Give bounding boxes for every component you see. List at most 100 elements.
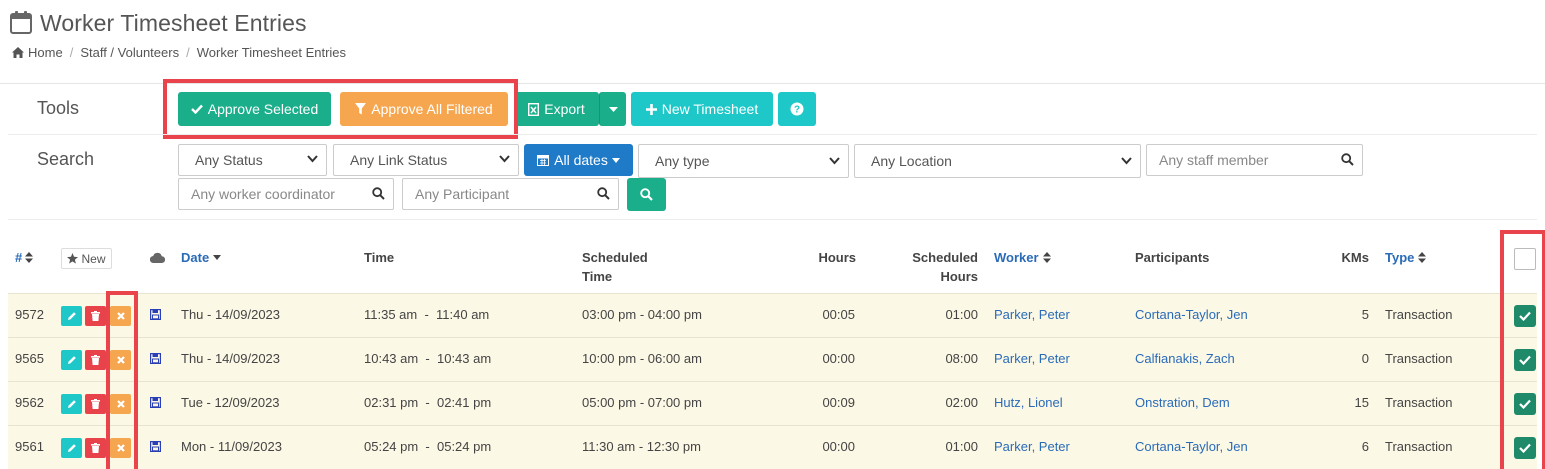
edit-button[interactable]: [61, 306, 82, 326]
delete-button[interactable]: [85, 394, 106, 414]
new-entries-button[interactable]: New: [61, 248, 112, 269]
row-date: Tue - 12/09/2023: [181, 395, 280, 410]
row-select-checkbox[interactable]: [1514, 305, 1536, 327]
excel-file-icon: [528, 102, 540, 116]
row-participant-link[interactable]: Cortana-Taylor, Jen: [1135, 439, 1248, 454]
row-select-checkbox[interactable]: [1514, 393, 1536, 415]
sort-icon: [25, 252, 34, 263]
column-header-worker[interactable]: Worker: [994, 248, 1051, 267]
search-label: Search: [37, 149, 95, 169]
row-participant-link[interactable]: Cortana-Taylor, Jen: [1135, 307, 1248, 322]
row-kms: 15: [1354, 395, 1369, 410]
row-worker-link[interactable]: Hutz, Lionel: [994, 395, 1063, 410]
type-select-value: Any type: [655, 153, 710, 169]
row-kms: 5: [1361, 307, 1369, 322]
row-scheduled-time: 03:00 pm - 04:00 pm: [582, 307, 702, 322]
column-header-hours: Hours: [818, 250, 856, 265]
chevron-down-icon: [829, 157, 840, 165]
table-row[interactable]: 9572 Thu - 14/09/2023 11:35 am - 11:40 am 0…: [8, 293, 1537, 337]
search-icon: [597, 187, 610, 200]
page-header: Worker Timesheet Entries: [10, 6, 307, 40]
approve-selected-button[interactable]: Approve Selected: [178, 92, 331, 126]
row-hours: 00:09: [822, 395, 855, 410]
row-scheduled-hours: 08:00: [945, 351, 978, 366]
table-row[interactable]: 9561 Mon - 11/09/2023 05:24 pm - 05:24 pm 1…: [8, 425, 1537, 469]
search-button[interactable]: [627, 178, 666, 211]
date-range-label: All dates: [554, 152, 608, 168]
help-button[interactable]: ?: [778, 92, 816, 126]
cloud-icon: [149, 251, 166, 266]
breadcrumb-home[interactable]: Home: [28, 45, 63, 60]
column-header-scheduled-time-line2: Time: [582, 269, 613, 284]
delete-button[interactable]: [85, 306, 106, 326]
status-select[interactable]: Any Status: [178, 144, 327, 176]
reject-button[interactable]: [110, 394, 131, 414]
participant-search-input[interactable]: Any Participant: [402, 178, 619, 210]
location-select[interactable]: Any Location: [854, 144, 1141, 178]
row-worker-link[interactable]: Parker, Peter: [994, 439, 1070, 454]
date-range-button[interactable]: All dates: [524, 144, 633, 176]
trash-icon: [91, 443, 100, 453]
staff-member-search-input[interactable]: Any staff member: [1146, 144, 1363, 176]
row-select-checkbox[interactable]: [1514, 349, 1536, 371]
row-worker-link[interactable]: Parker, Peter: [994, 351, 1070, 366]
row-kms: 0: [1361, 351, 1369, 366]
worker-coordinator-search-input[interactable]: Any worker coordinator: [178, 178, 394, 210]
column-header-id[interactable]: #: [15, 248, 34, 267]
link-status-select[interactable]: Any Link Status: [333, 144, 519, 176]
delete-button[interactable]: [85, 438, 106, 458]
calendar-icon: [10, 10, 32, 37]
reject-button[interactable]: [110, 350, 131, 370]
row-time: 02:31 pm - 02:41 pm: [364, 395, 492, 410]
chevron-down-icon: [307, 155, 318, 163]
reject-button[interactable]: [110, 306, 131, 326]
approve-all-filtered-button[interactable]: Approve All Filtered: [340, 92, 508, 126]
approve-all-filtered-label: Approve All Filtered: [371, 101, 493, 117]
staff-member-placeholder: Any staff member: [1159, 152, 1269, 168]
trash-icon: [91, 311, 100, 321]
new-timesheet-button[interactable]: New Timesheet: [631, 92, 773, 126]
search-icon: [640, 188, 653, 201]
edit-button[interactable]: [61, 394, 82, 414]
pencil-icon: [67, 356, 76, 364]
reject-button[interactable]: [110, 438, 131, 458]
export-dropdown-toggle[interactable]: [599, 92, 626, 126]
type-select[interactable]: Any type: [638, 144, 849, 178]
column-header-scheduled-hours-line2: Hours: [940, 269, 978, 284]
trash-icon: [91, 399, 100, 409]
row-scheduled-hours: 01:00: [945, 307, 978, 322]
filter-icon: [355, 103, 367, 115]
row-participant-link[interactable]: Calfianakis, Zach: [1135, 351, 1235, 366]
row-type: Transaction: [1385, 439, 1453, 454]
close-icon: [116, 400, 125, 408]
caret-down-icon: [608, 106, 618, 112]
breadcrumb-staff-volunteers[interactable]: Staff / Volunteers: [80, 45, 179, 60]
table-row[interactable]: 9565 Thu - 14/09/2023 10:43 am - 10:43 am 1…: [8, 337, 1537, 381]
row-id: 9562: [15, 395, 44, 410]
link-status-select-value: Any Link Status: [350, 152, 448, 168]
column-header-date[interactable]: Date: [181, 248, 222, 267]
column-header-kms: KMs: [1341, 250, 1369, 265]
edit-button[interactable]: [61, 350, 82, 370]
column-header-id-label: #: [15, 250, 23, 265]
table-row[interactable]: 9562 Tue - 12/09/2023 02:31 pm - 02:41 pm 0…: [8, 381, 1537, 425]
select-all-checkbox[interactable]: [1514, 248, 1536, 270]
row-date: Thu - 14/09/2023: [181, 351, 281, 366]
row-select-checkbox[interactable]: [1514, 437, 1536, 459]
delete-button[interactable]: [85, 350, 106, 370]
column-header-scheduled-hours: Scheduled Hours: [898, 248, 978, 286]
row-hours: 00:05: [822, 307, 855, 322]
row-id: 9561: [15, 439, 44, 454]
pencil-icon: [67, 400, 76, 408]
column-header-worker-label: Worker: [994, 250, 1039, 265]
row-scheduled-hours: 01:00: [945, 439, 978, 454]
save-icon: [150, 308, 162, 323]
row-date: Thu - 14/09/2023: [181, 307, 281, 322]
column-header-type[interactable]: Type: [1385, 248, 1427, 267]
export-button[interactable]: Export: [514, 92, 599, 126]
row-participant-link[interactable]: Onstration, Dem: [1135, 395, 1230, 410]
edit-button[interactable]: [61, 438, 82, 458]
row-worker-link[interactable]: Parker, Peter: [994, 307, 1070, 322]
column-header-scheduled-hours-line1: Scheduled: [912, 250, 978, 265]
worker-coordinator-placeholder: Any worker coordinator: [191, 186, 335, 202]
